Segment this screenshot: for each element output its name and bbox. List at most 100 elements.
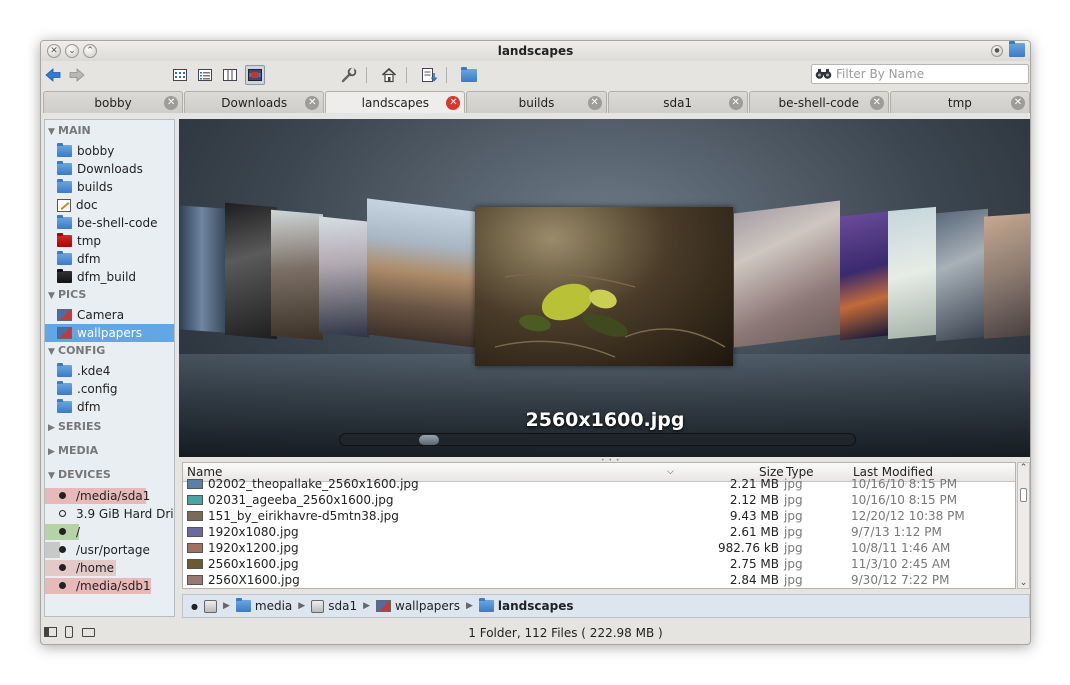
file-type: jpg — [784, 477, 803, 491]
sidebar-item-wallpapers[interactable]: wallpapers — [45, 324, 174, 342]
sidebar-item-camera[interactable]: Camera — [45, 306, 174, 324]
sidebar-section-series[interactable]: ▶ SERIES — [48, 420, 101, 433]
cover-thumbnail[interactable] — [367, 198, 475, 348]
sidebar-item-tmp[interactable]: tmp — [45, 232, 174, 250]
scroll-thumb[interactable] — [1020, 488, 1027, 502]
column-view-icon[interactable] — [220, 65, 240, 85]
tab-bar: bobby ✕ Downloads ✕ landscapes ✕ builds ✕ sda1 ✕ b… — [43, 91, 1030, 113]
wrench-icon[interactable] — [339, 65, 359, 85]
cover-thumbnail[interactable] — [936, 208, 988, 342]
device-item[interactable]: /home — [45, 560, 174, 576]
sidebar-section-media[interactable]: ▶ MEDIA — [48, 444, 98, 457]
table-row[interactable]: 1920x1200.jpg 982.76 kB jpg 10/8/11 1:46 AM — [183, 540, 1015, 556]
tab-3[interactable]: builds ✕ — [466, 91, 607, 113]
tab-close-icon[interactable]: ✕ — [869, 96, 884, 110]
folder-icon — [57, 251, 72, 265]
mounted-icon — [59, 492, 66, 499]
file-list-scrollbar[interactable]: ⌃ ⌄ — [1017, 462, 1030, 589]
sidebar-section-pics[interactable]: ▼ PICS — [48, 288, 86, 301]
sidebar-item-doc[interactable]: doc — [45, 196, 174, 214]
folder-icon — [57, 215, 72, 229]
black-folder-icon — [57, 269, 72, 283]
tab-close-icon[interactable]: ✕ — [587, 96, 602, 110]
tab-0[interactable]: bobby ✕ — [43, 91, 184, 113]
tab-label: tmp — [947, 96, 972, 110]
icon-view-icon[interactable] — [170, 65, 190, 85]
tab-6[interactable]: tmp ✕ — [889, 91, 1030, 113]
breadcrumb-arrow-icon: ▶ — [222, 601, 230, 611]
current-cover-image[interactable] — [475, 207, 733, 366]
sidebar-item-config[interactable]: .config — [45, 380, 174, 398]
tab-4[interactable]: sda1 ✕ — [607, 91, 748, 113]
sidebar-item-dfm[interactable]: dfm — [45, 250, 174, 268]
home-icon[interactable] — [379, 65, 399, 85]
flow-view-icon[interactable] — [245, 65, 265, 85]
scroll-down-icon[interactable]: ⌄ — [1018, 578, 1029, 588]
cover-thumbnail[interactable] — [840, 211, 888, 341]
back-arrow-icon[interactable] — [43, 65, 63, 85]
root-drive-icon[interactable] — [203, 599, 217, 613]
table-row[interactable]: 2560X1600.jpg 2.84 MB jpg 9/30/12 7:22 PM — [183, 572, 1015, 588]
red-folder-icon — [57, 233, 72, 247]
tab-1[interactable]: Downloads ✕ — [184, 91, 325, 113]
cover-thumbnail[interactable] — [179, 205, 225, 333]
paste-icon[interactable] — [419, 65, 439, 85]
sidebar-item-dfm-build[interactable]: dfm_build — [45, 268, 174, 286]
sidebar-section-main[interactable]: ▼ MAIN — [48, 124, 91, 137]
sidebar-item-kde4[interactable]: .kde4 — [45, 362, 174, 380]
cover-thumbnail[interactable] — [888, 206, 936, 340]
table-row[interactable]: 151_by_eirikhavre-d5mtn38.jpg 9.43 MB jpg 1… — [183, 508, 1015, 524]
device-item[interactable]: /media/sdb1 — [45, 578, 174, 594]
sidebar-section-devices[interactable]: ▼ DEVICES — [48, 468, 111, 481]
scroll-up-icon[interactable]: ⌃ — [1018, 463, 1029, 473]
image-folder-icon — [57, 327, 72, 339]
tab-close-icon[interactable]: ✕ — [305, 96, 320, 110]
tab-close-icon[interactable]: ✕ — [728, 96, 743, 110]
breadcrumb-sda1[interactable]: sda1 — [311, 599, 357, 613]
filter-input[interactable] — [836, 66, 1024, 82]
forward-arrow-icon[interactable] — [67, 65, 87, 85]
cover-thumbnail[interactable] — [225, 202, 277, 340]
file-name: 02002_theopallake_2560x1600.jpg — [208, 477, 419, 491]
cover-thumbnail[interactable] — [984, 213, 1030, 339]
document-edit-icon — [57, 198, 71, 212]
tab-2[interactable]: landscapes ✕ — [325, 91, 466, 113]
breadcrumb-wallpapers[interactable]: wallpapers — [376, 599, 460, 613]
device-item[interactable]: 3.9 GiB Hard Drive — [45, 506, 174, 522]
tab-close-icon[interactable]: ✕ — [446, 96, 461, 110]
cover-flow-scroll-thumb[interactable] — [419, 435, 440, 445]
sidebar-item-downloads[interactable]: Downloads — [45, 160, 174, 178]
folder-icon[interactable] — [459, 65, 479, 85]
breadcrumb-landscapes[interactable]: landscapes — [478, 598, 574, 613]
home-folder-icon — [57, 143, 72, 157]
cover-thumbnail[interactable] — [319, 216, 369, 338]
sidebar-item-be-shell-code[interactable]: be-shell-code — [45, 214, 174, 232]
file-type: jpg — [784, 525, 803, 539]
device-item[interactable]: /usr/portage — [45, 542, 174, 558]
sidebar-item-dfm[interactable]: dfm — [45, 398, 174, 416]
device-item[interactable]: / — [45, 524, 174, 540]
table-row[interactable]: 02031_ageeba_2560x1600.jpg 2.12 MB jpg 10/1… — [183, 492, 1015, 508]
filter-box — [811, 64, 1029, 84]
cover-thumbnail[interactable] — [734, 200, 840, 348]
breadcrumb: ● ▶ media ▶ sda1 ▶ wallpapers ▶ landscap… — [182, 594, 1030, 618]
pin-icon[interactable]: ● — [991, 45, 1003, 57]
table-row[interactable]: 2560x1600.jpg 2.75 MB jpg 11/3/10 2:45 AM — [183, 556, 1015, 572]
tab-close-icon[interactable]: ✕ — [164, 96, 179, 110]
cover-thumbnail[interactable] — [271, 209, 323, 341]
cover-flow-view[interactable]: 2560x1600.jpg — [179, 119, 1030, 457]
file-type: jpg — [784, 541, 803, 555]
cover-flow-scrollbar[interactable] — [339, 433, 856, 446]
sidebar-item-bobby[interactable]: bobby — [45, 142, 174, 160]
device-item[interactable]: /media/sda1 — [45, 488, 174, 504]
tab-5[interactable]: be-shell-code ✕ — [748, 91, 889, 113]
file-modified: 12/20/12 10:38 PM — [851, 509, 965, 523]
tab-close-icon[interactable]: ✕ — [1010, 96, 1025, 110]
tab-label: builds — [518, 96, 555, 110]
table-row[interactable]: 1920x1080.jpg 2.61 MB jpg 9/7/13 1:12 PM — [183, 524, 1015, 540]
table-row[interactable]: 02002_theopallake_2560x1600.jpg 2.21 MB jp… — [183, 476, 1015, 492]
detail-view-icon[interactable] — [195, 65, 215, 85]
sidebar-section-config[interactable]: ▼ CONFIG — [48, 344, 105, 357]
sidebar-item-builds[interactable]: builds — [45, 178, 174, 196]
breadcrumb-media[interactable]: media — [235, 598, 292, 613]
